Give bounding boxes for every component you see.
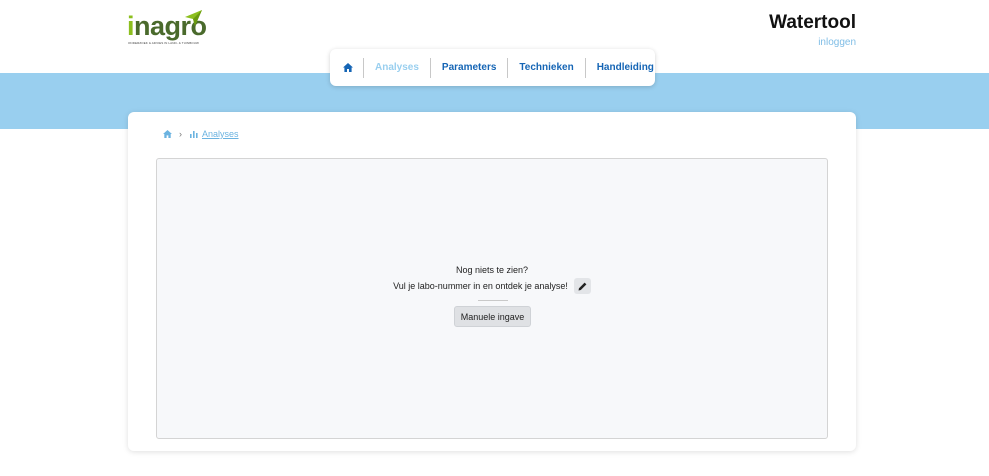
- nav-parameters[interactable]: Parameters: [431, 57, 509, 78]
- edit-lab-number-button[interactable]: [573, 278, 591, 294]
- inagro-logo[interactable]: inagro ONDERZOEK & ADVIES IN LAND- & TUI…: [127, 9, 207, 47]
- empty-state-title: Nog niets te zien?: [455, 265, 529, 275]
- home-icon: [343, 63, 353, 72]
- manual-entry-button[interactable]: Manuele ingave: [454, 306, 531, 327]
- content-card: › Analyses Nog niets te zien? Vul je lab…: [128, 112, 856, 451]
- app-title: Watertool: [769, 12, 856, 33]
- divider: [478, 300, 508, 301]
- empty-state-row: Vul je labo-nummer in en ontdek je analy…: [157, 278, 827, 294]
- breadcrumb-analyses[interactable]: Analyses: [202, 129, 239, 139]
- logo-arrow-icon: [185, 10, 202, 26]
- bar-chart-icon: [190, 131, 198, 138]
- breadcrumb-home-icon[interactable]: [163, 130, 172, 138]
- nav-analyses[interactable]: Analyses: [364, 57, 431, 78]
- analysis-panel: Nog niets te zien? Vul je labo-nummer in…: [156, 158, 828, 439]
- breadcrumb: › Analyses: [163, 129, 239, 139]
- nav-handleiding[interactable]: Handleiding: [586, 58, 665, 78]
- pencil-icon: [578, 282, 587, 290]
- nav-technieken[interactable]: Technieken: [508, 57, 586, 78]
- breadcrumb-separator: ›: [179, 129, 182, 139]
- logo-tagline: ONDERZOEK & ADVIES IN LAND- & TUINBOUW: [128, 41, 199, 45]
- login-link[interactable]: inloggen: [818, 37, 856, 48]
- nav-home[interactable]: [334, 57, 364, 78]
- empty-state-message: Vul je labo-nummer in en ontdek je analy…: [393, 281, 568, 291]
- main-nav: Analyses Parameters Technieken Handleidi…: [330, 49, 655, 86]
